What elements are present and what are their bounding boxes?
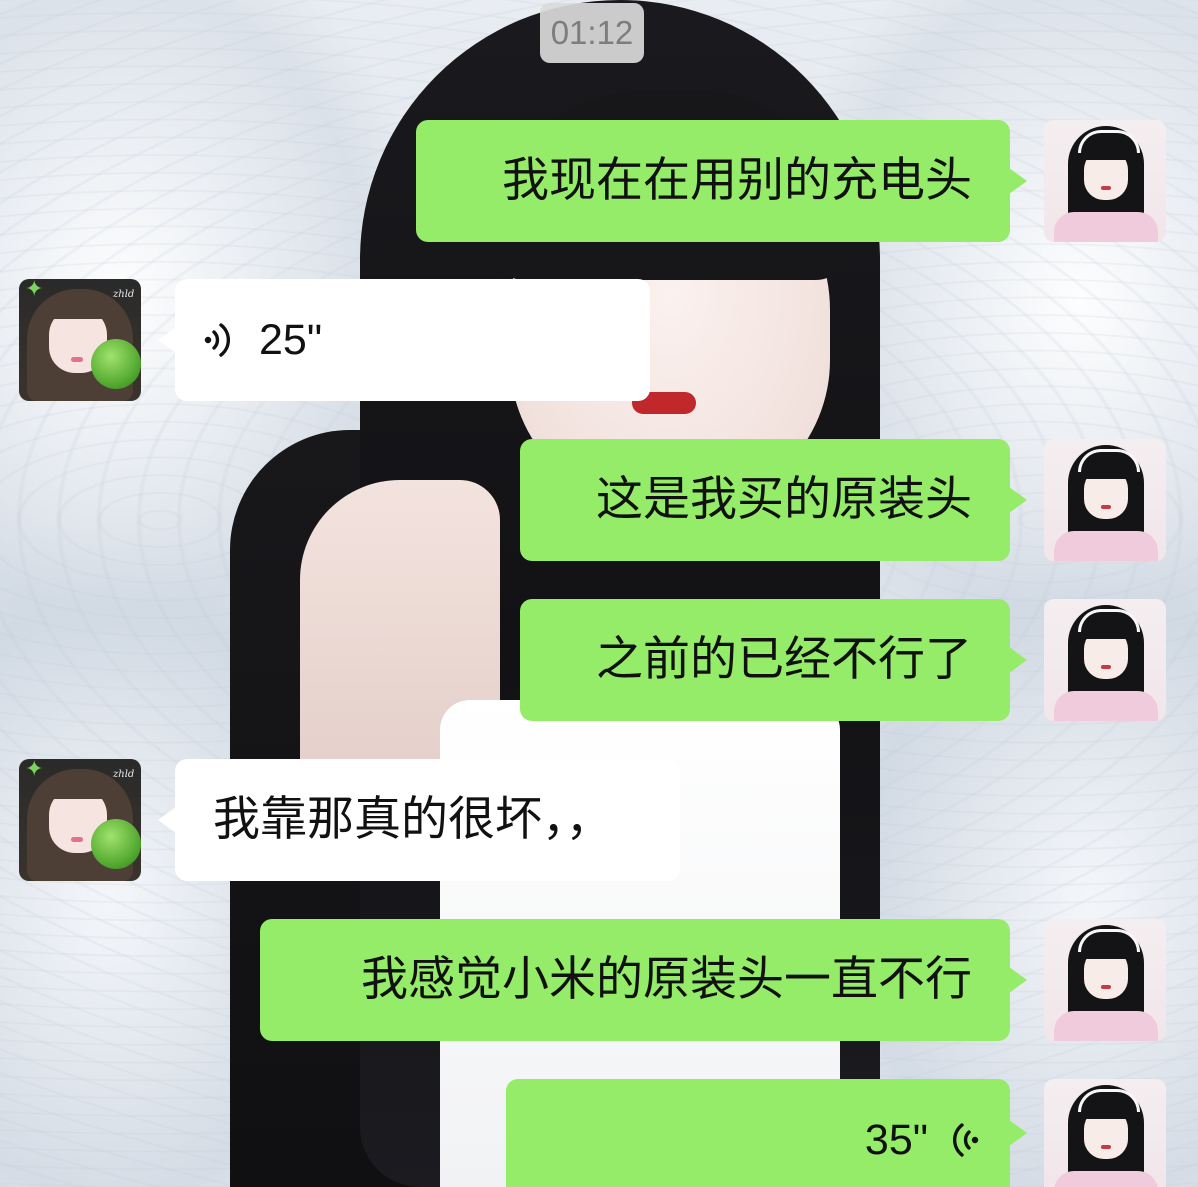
voice-wave-icon: [952, 1123, 979, 1157]
voice-duration: 25": [259, 316, 323, 364]
my-avatar[interactable]: [1044, 120, 1166, 242]
message-bubble-sent[interactable]: 这是我买的原装头: [520, 439, 1027, 561]
voice-message-received[interactable]: 25": [158, 279, 650, 401]
message-text: 我靠那真的很坏，，: [213, 792, 613, 847]
message-text: 之前的已经不行了: [596, 632, 972, 687]
my-avatar[interactable]: [1044, 599, 1166, 721]
message-bubble-received[interactable]: 我靠那真的很坏，，: [158, 759, 680, 881]
contact-avatar[interactable]: ✦ zhld: [19, 759, 141, 881]
voice-duration: 35": [864, 1116, 928, 1164]
voice-wave-icon: [204, 323, 231, 357]
avatar-watermark: zhld: [113, 769, 135, 780]
star-icon: ✦: [25, 759, 44, 782]
voice-message-sent[interactable]: 35": [506, 1079, 1027, 1187]
star-icon: ✦: [25, 279, 44, 302]
my-avatar[interactable]: [1044, 439, 1166, 561]
message-bubble-sent[interactable]: 之前的已经不行了: [520, 599, 1027, 721]
my-avatar[interactable]: [1044, 1079, 1166, 1187]
message-bubble-sent[interactable]: 我现在在用别的充电头: [416, 120, 1027, 242]
message-bubble-sent[interactable]: 我感觉小米的原装头一直不行: [260, 919, 1027, 1041]
contact-avatar[interactable]: ✦ zhld: [19, 279, 141, 401]
message-text: 这是我买的原装头: [596, 472, 972, 527]
message-text: 我感觉小米的原装头一直不行: [361, 952, 972, 1007]
message-text: 我现在在用别的充电头: [502, 153, 972, 208]
apple-image: [91, 819, 141, 869]
avatar-watermark: zhld: [113, 289, 135, 300]
apple-image: [91, 339, 141, 389]
my-avatar[interactable]: [1044, 919, 1166, 1041]
message-timestamp: 01:12: [540, 3, 644, 63]
